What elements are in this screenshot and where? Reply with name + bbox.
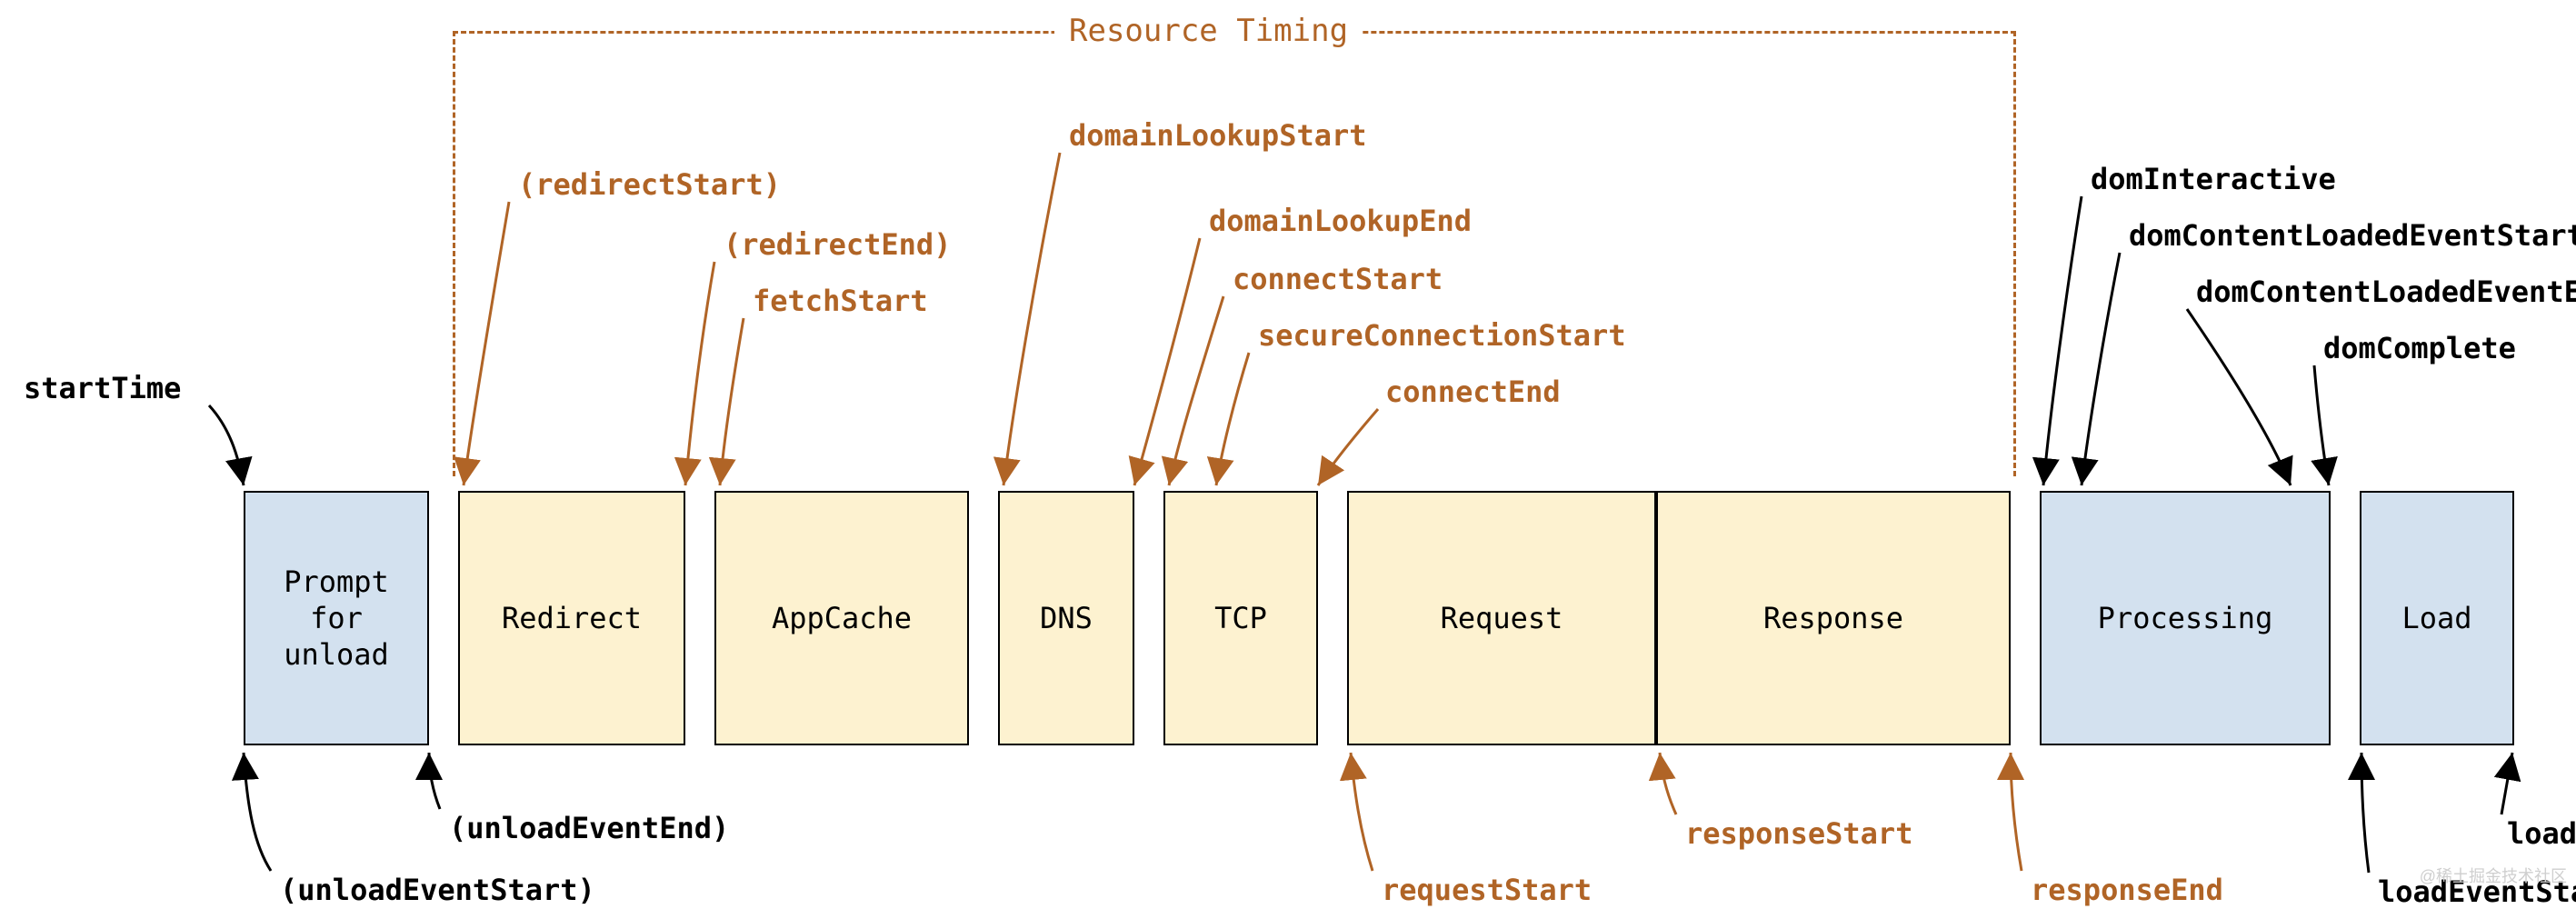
label-unloadeventend: (unloadEventEnd) [449, 811, 729, 845]
box-processing: Processing [2040, 491, 2331, 745]
box-redirect: Redirect [458, 491, 685, 745]
label-responseend: responseEnd [2031, 873, 2223, 907]
label-domainlookupend: domainLookupEnd [1209, 204, 1472, 238]
label-unloadeventstart: (unloadEventStart) [280, 873, 595, 907]
label-fetchstart: fetchStart [753, 284, 928, 318]
watermark: @稀土掘金技术社区 [2420, 864, 2567, 887]
label-redirectstart: (redirectStart) [518, 167, 781, 202]
label-domainlookupstart: domainLookupStart [1069, 118, 1367, 153]
box-request: Request [1347, 491, 1656, 745]
label-connectend: connectEnd [1385, 375, 1561, 409]
box-response: Response [1656, 491, 2011, 745]
label-responsestart: responseStart [1685, 816, 1912, 851]
label-domcontentloadedeventstart: domContentLoadedEventStart [2129, 218, 2576, 253]
box-appcache: AppCache [714, 491, 969, 745]
resource-timing-title: Resource Timing [1054, 13, 1363, 49]
label-dominteractive: domInteractive [2091, 162, 2336, 196]
box-dns: DNS [998, 491, 1134, 745]
timing-diagram: Resource Timing Prompt for unload Redire… [0, 0, 2576, 893]
label-redirectend: (redirectEnd) [724, 227, 951, 262]
label-connectstart: connectStart [1233, 262, 1443, 296]
label-starttime: startTime [24, 371, 181, 405]
box-load: Load [2360, 491, 2514, 745]
label-secureconnectionstart: secureConnectionStart [1258, 318, 1626, 353]
box-prompt-for-unload: Prompt for unload [244, 491, 429, 745]
label-loadeventend: loadEventEnd [2507, 816, 2576, 851]
box-tcp: TCP [1163, 491, 1318, 745]
label-domcomplete: domComplete [2323, 331, 2516, 365]
resource-timing-bracket [453, 31, 2016, 476]
label-domcontentloadedeventend: domContentLoadedEventEnd [2196, 275, 2576, 309]
label-requeststart: requestStart [1382, 873, 1592, 907]
